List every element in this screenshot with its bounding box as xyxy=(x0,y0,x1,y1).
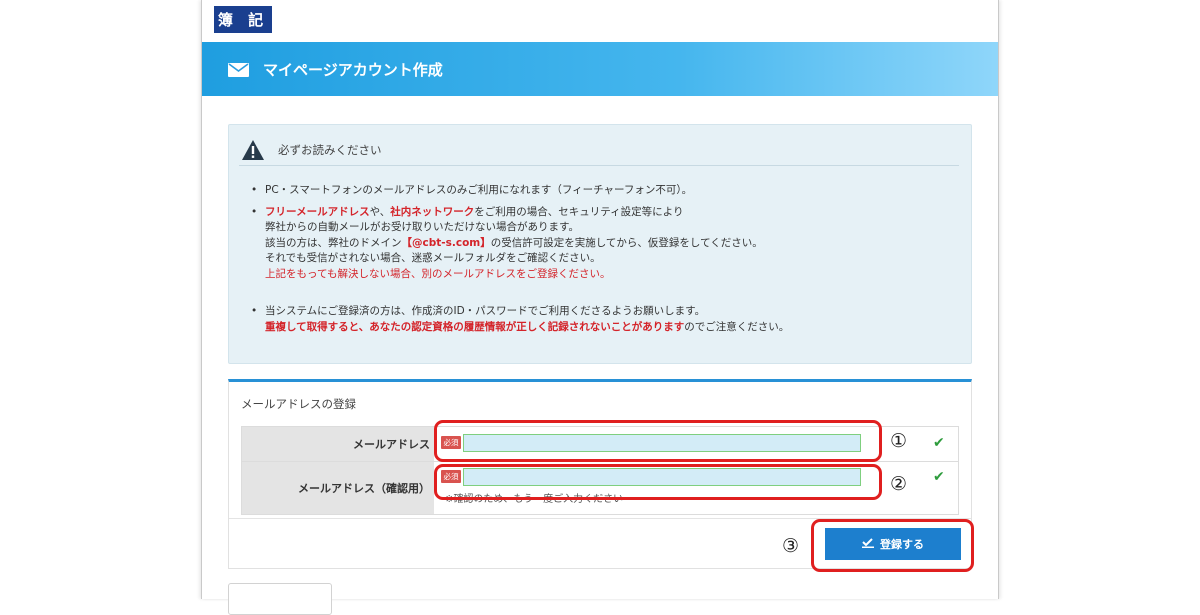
notice-item-registered: 当システムにご登録済の方は、作成済のID・パスワードでご利用くださるようお願いし… xyxy=(247,304,957,335)
mail-icon xyxy=(228,62,249,77)
email-confirm-valid-check-icon: ✔ xyxy=(933,469,945,485)
highlight-email xyxy=(434,420,882,462)
email-registration-form: メールアドレスの登録 メールアドレス 必須 ✔ メールアドレス（確認用） 必須 … xyxy=(228,379,974,572)
form-title: メールアドレスの登録 xyxy=(241,397,356,411)
annotation-number-3: ③ xyxy=(782,535,800,557)
email-valid-check-icon: ✔ xyxy=(933,435,945,451)
bokki-logo[interactable]: 簿 記 xyxy=(214,6,272,33)
notice-header: 必ずお読みください xyxy=(239,135,959,166)
notice-heading: 必ずお読みください xyxy=(278,143,382,157)
notice-item-device: PC・スマートフォンのメールアドレスのみご利用になれます（フィーチャーフォン不可… xyxy=(247,183,957,199)
page-container: 簿 記 マイページアカウント作成 必ずお読みください PC・スマートフォンのメー… xyxy=(201,0,999,615)
notice-box: 必ずお読みください PC・スマートフォンのメールアドレスのみご利用になれます（フ… xyxy=(228,124,972,364)
warning-icon xyxy=(241,139,265,161)
back-button[interactable] xyxy=(228,583,332,615)
email-confirm-label: メールアドレス（確認用） xyxy=(242,462,434,514)
notice-item-free-mail: フリーメールアドレスや、社内ネットワークをご利用の場合、セキュリティ設定等により… xyxy=(247,205,957,283)
annotation-number-2: ② xyxy=(890,473,908,495)
notice-list: PC・スマートフォンのメールアドレスのみご利用になれます（フィーチャーフォン不可… xyxy=(247,183,957,335)
page-title: マイページアカウント作成 xyxy=(263,60,443,79)
annotation-number-1: ① xyxy=(890,430,908,452)
email-label: メールアドレス xyxy=(242,427,434,461)
highlight-email-confirm xyxy=(434,464,882,500)
page-header: マイページアカウント作成 xyxy=(202,42,998,96)
highlight-register-button xyxy=(811,519,974,572)
